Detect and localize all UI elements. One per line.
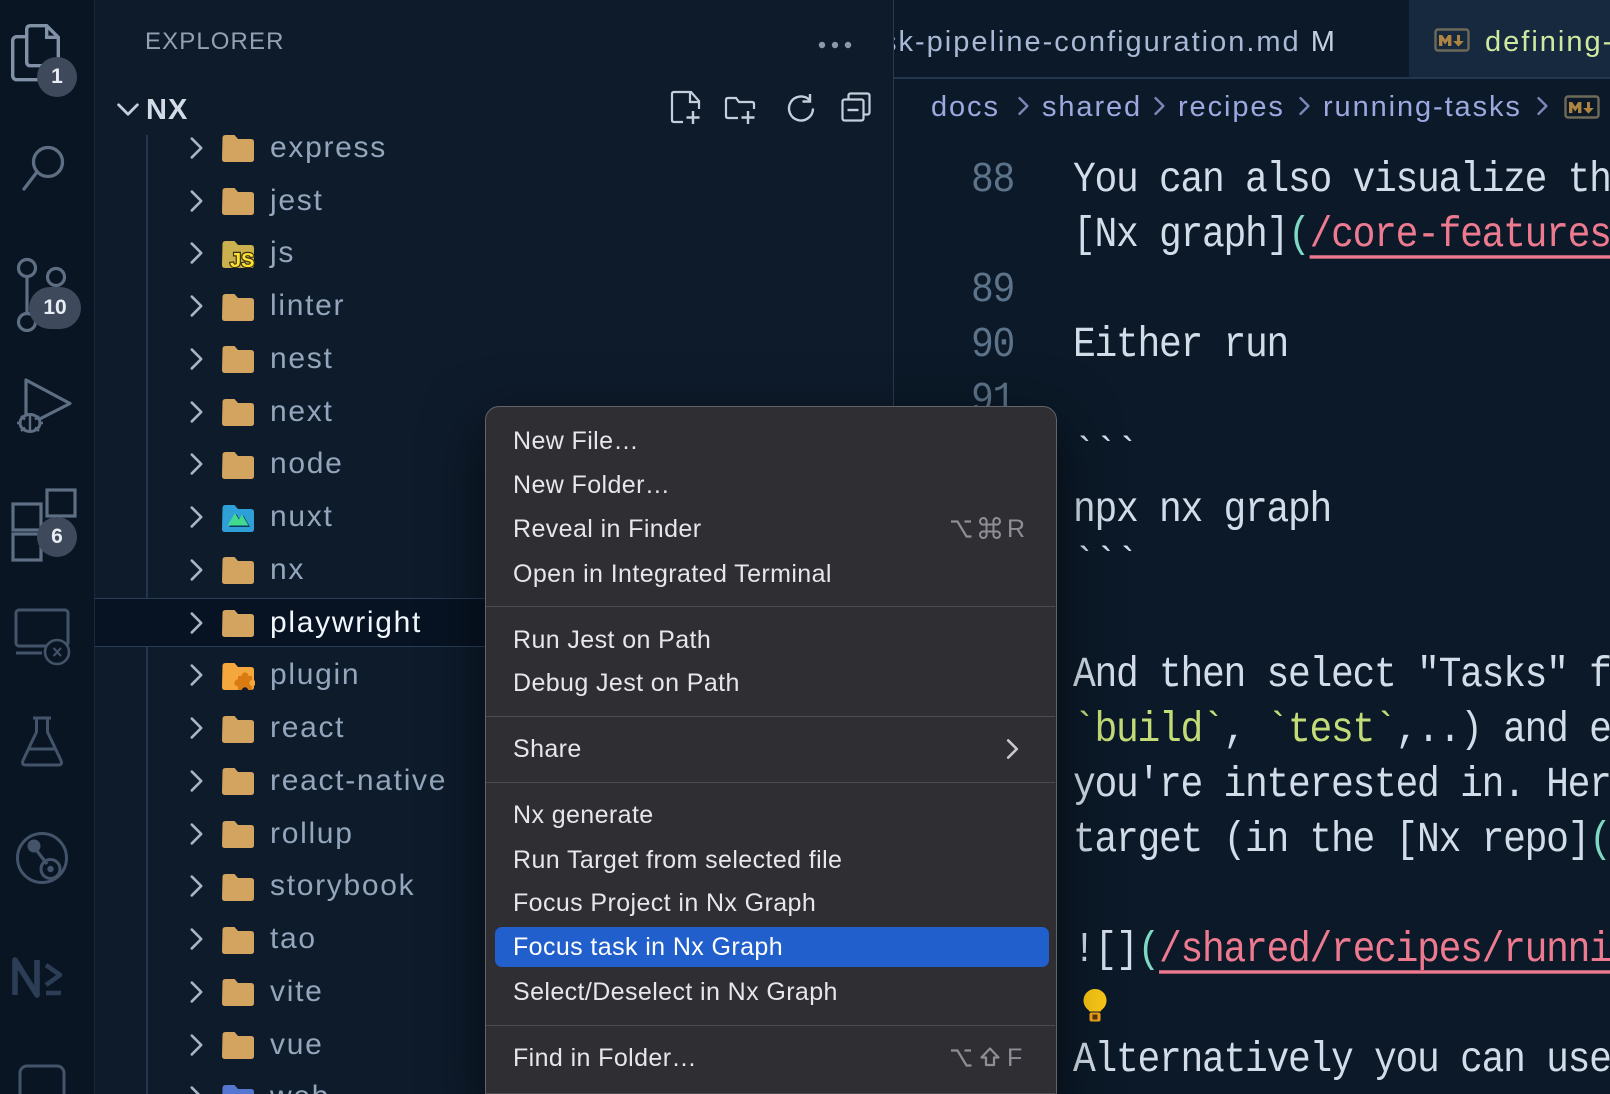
svg-text:JS: JS [230, 250, 254, 268]
